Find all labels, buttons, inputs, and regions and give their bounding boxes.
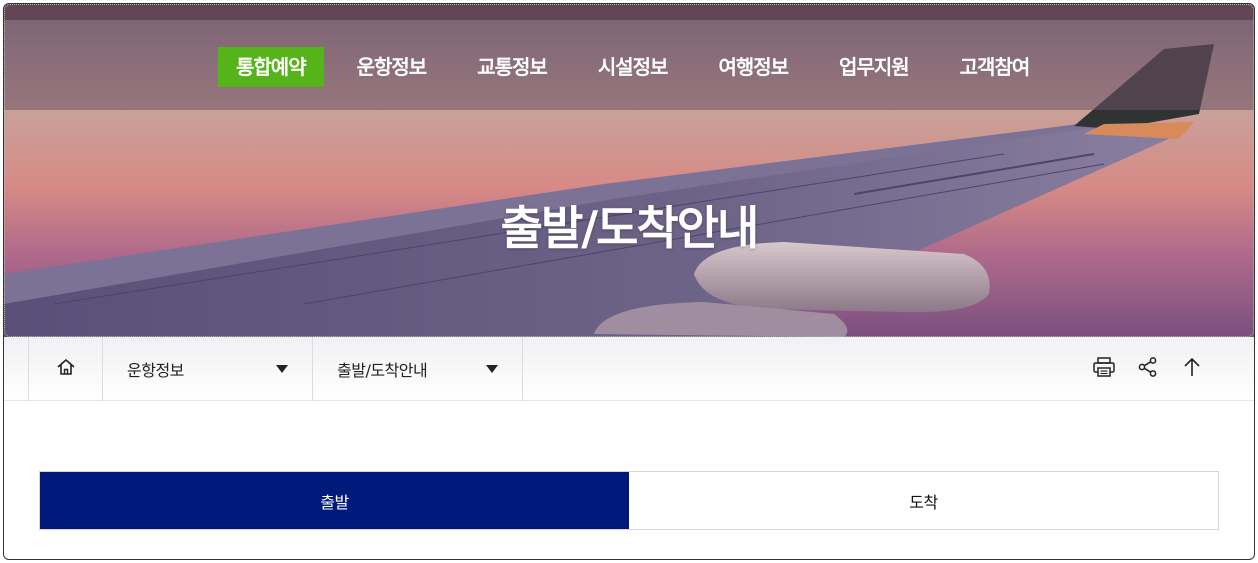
page-title: 출발/도착안내 xyxy=(500,201,760,255)
nav-item-customer-participation[interactable]: 고객참여 xyxy=(942,47,1048,87)
chevron-down-icon xyxy=(276,365,288,373)
share-icon xyxy=(1137,356,1159,382)
tab-departure[interactable]: 출발 xyxy=(40,472,629,529)
top-strip xyxy=(4,4,1254,20)
scroll-top-button[interactable] xyxy=(1170,347,1214,391)
nav-item-business-support[interactable]: 업무지원 xyxy=(821,47,927,87)
print-icon xyxy=(1092,356,1116,382)
home-icon xyxy=(56,357,76,381)
breadcrumb-select-level1[interactable]: 운항정보 xyxy=(103,337,313,401)
share-button[interactable] xyxy=(1126,347,1170,391)
hero-banner: 통합예약 운항정보 교통정보 시설정보 여행정보 업무지원 고객참여 출발/도착… xyxy=(4,4,1254,337)
arrow-up-icon xyxy=(1182,356,1202,382)
chevron-down-icon xyxy=(486,365,498,373)
page-tools xyxy=(1082,337,1214,401)
breadcrumb: 운항정보 출발/도착안내 xyxy=(4,337,1254,401)
breadcrumb-level1-label: 운항정보 xyxy=(127,361,184,380)
nav-item-transport-info[interactable]: 교통정보 xyxy=(459,47,565,87)
breadcrumb-select-level2[interactable]: 출발/도착안내 xyxy=(313,337,523,401)
page-frame: 통합예약 운항정보 교통정보 시설정보 여행정보 업무지원 고객참여 출발/도착… xyxy=(3,3,1255,560)
nav-item-travel-info[interactable]: 여행정보 xyxy=(700,47,806,87)
breadcrumb-level2-label: 출발/도착안내 xyxy=(337,361,428,380)
nav-item-flight-info[interactable]: 운항정보 xyxy=(339,47,445,87)
departure-arrival-tabs: 출발 도착 xyxy=(39,471,1219,530)
main-navigation: 통합예약 운항정보 교통정보 시설정보 여행정보 업무지원 고객참여 xyxy=(218,47,1062,87)
nav-item-facility-info[interactable]: 시설정보 xyxy=(580,47,686,87)
print-button[interactable] xyxy=(1082,347,1126,391)
nav-item-reservation[interactable]: 통합예약 xyxy=(218,47,324,87)
home-button[interactable] xyxy=(28,337,103,401)
tab-arrival[interactable]: 도착 xyxy=(629,472,1218,529)
